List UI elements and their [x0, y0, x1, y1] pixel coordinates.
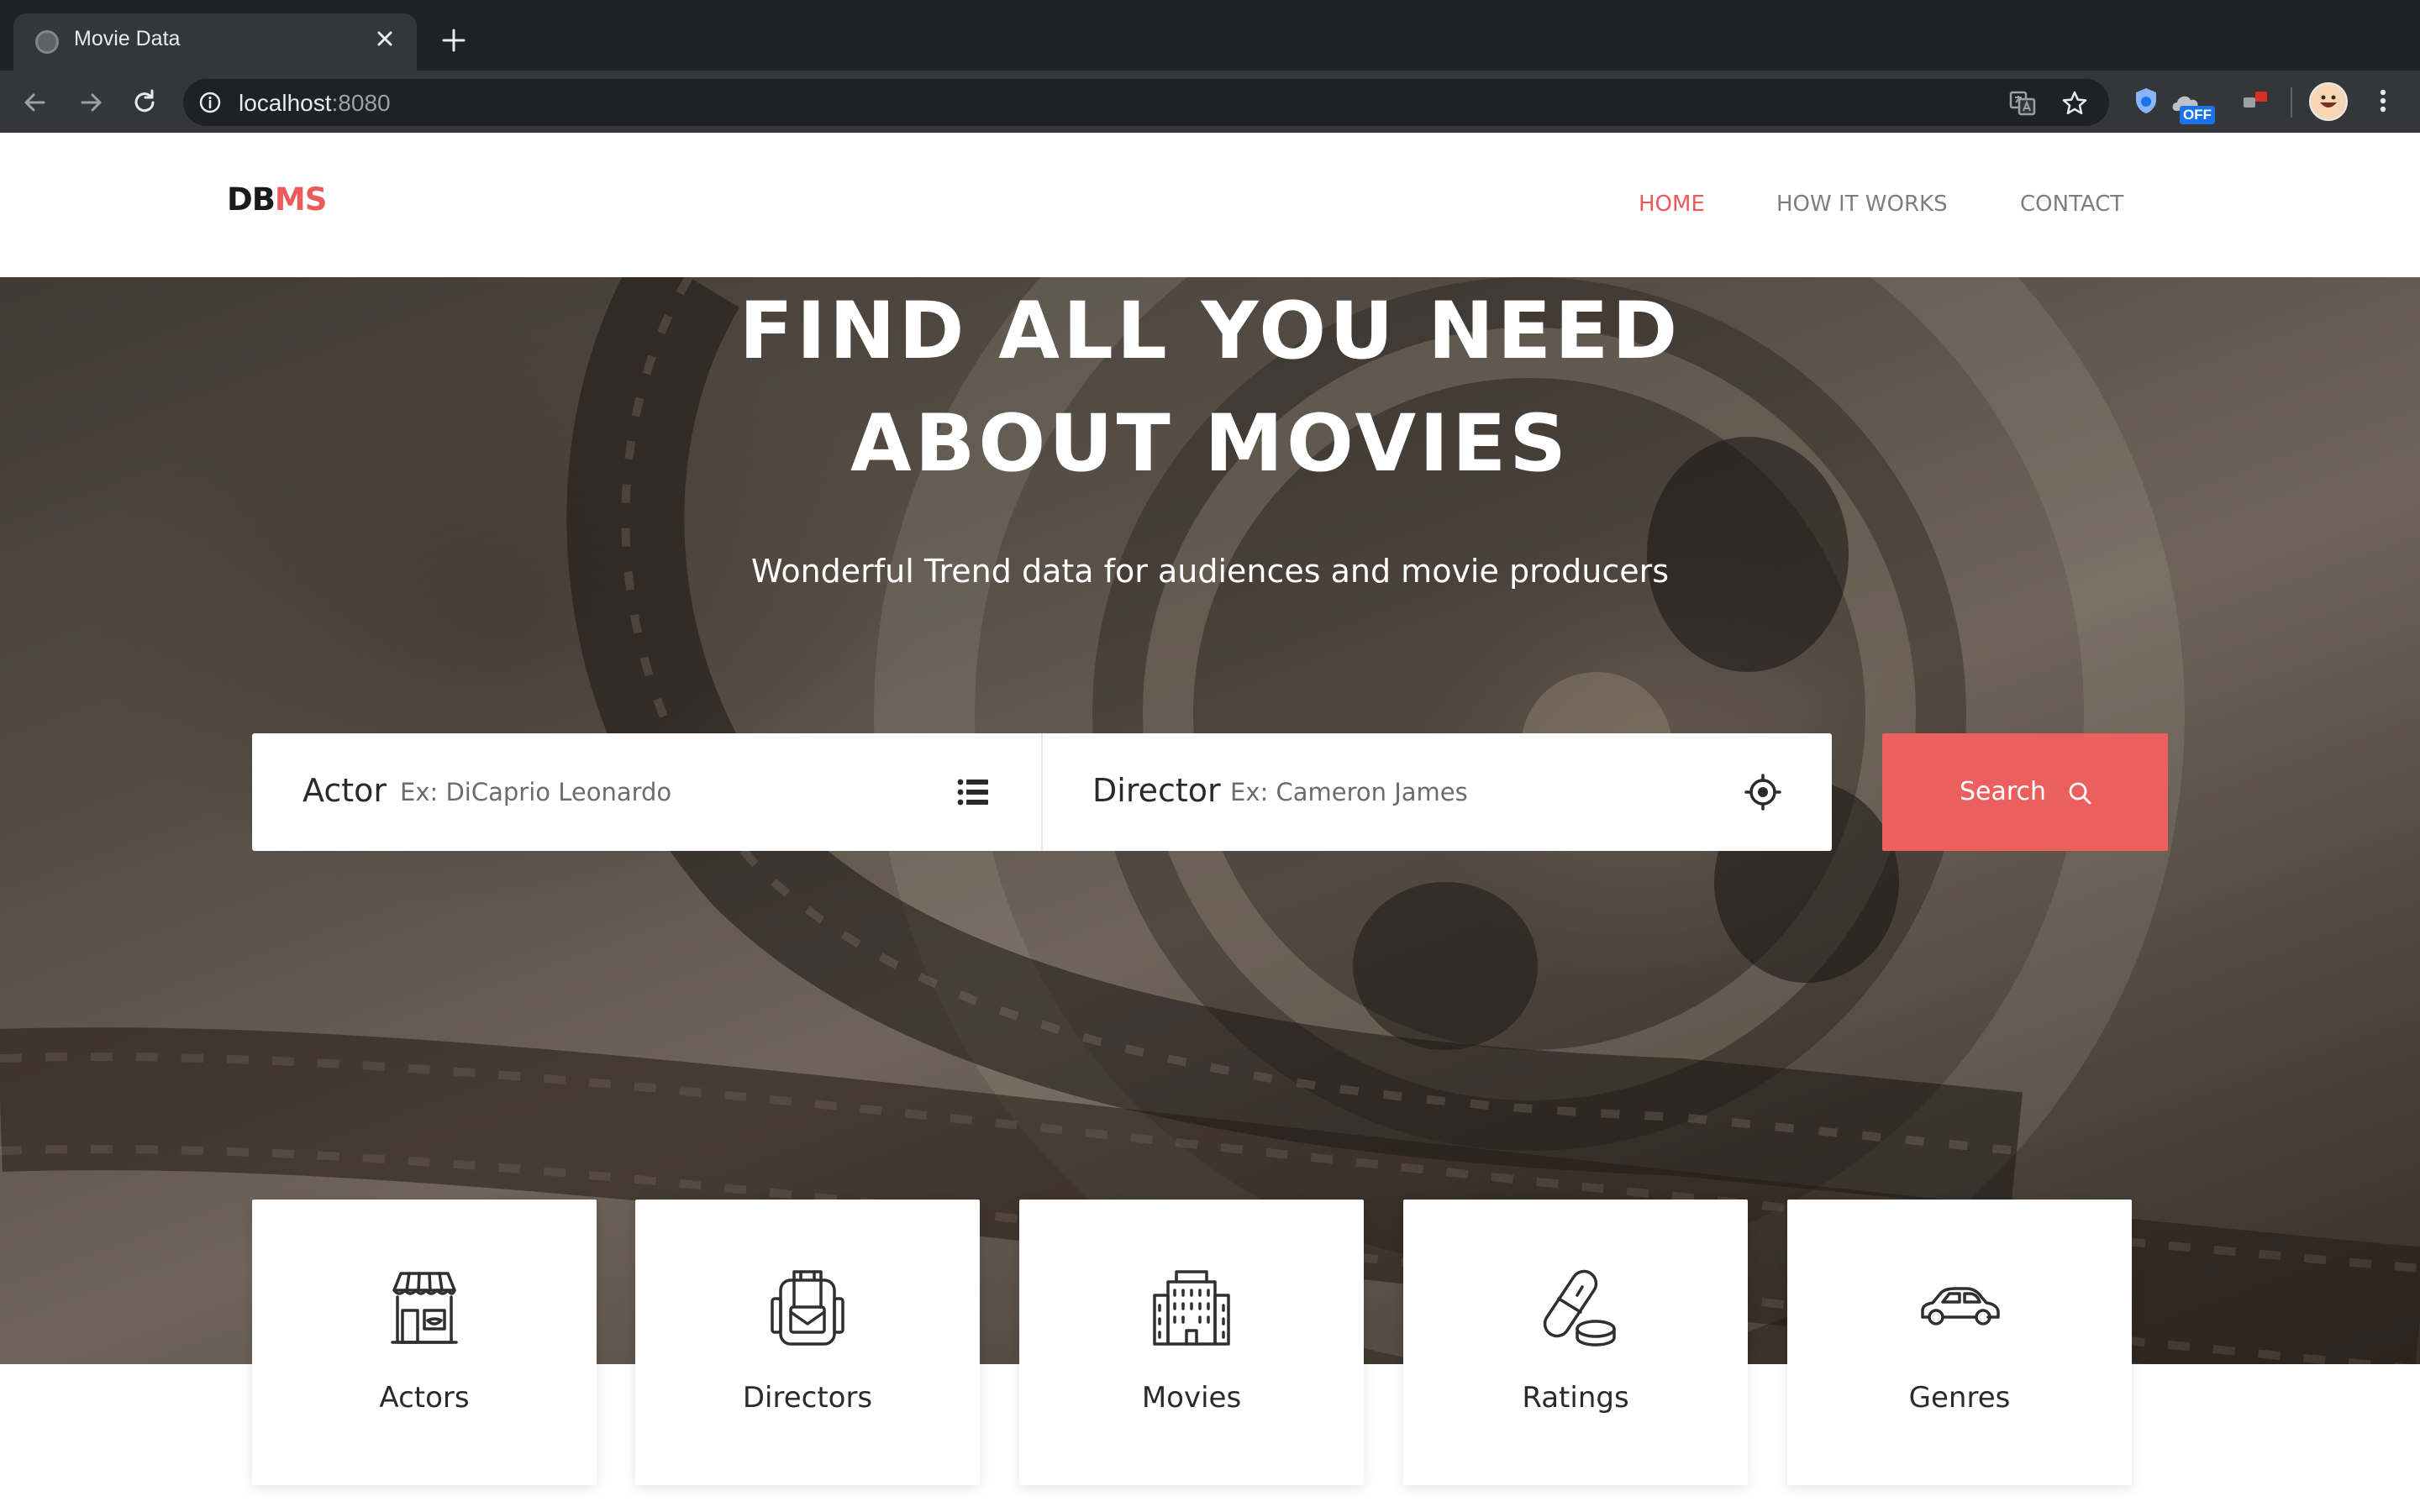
nav-contact[interactable]: CONTACT — [2020, 192, 2123, 217]
director-input[interactable] — [1230, 770, 1734, 814]
storefront-icon — [391, 1272, 458, 1344]
toolbar-divider — [2291, 87, 2292, 118]
category-label: Directors — [742, 1381, 873, 1415]
address-bar[interactable]: localhost:8080 — [183, 79, 2109, 126]
url-text: localhost:8080 — [239, 90, 391, 116]
building-icon — [1153, 1270, 1230, 1346]
hero-title-line-2: ABOUT MOVIES — [850, 398, 1570, 490]
tab-title: Movie Data — [74, 27, 181, 50]
info-icon[interactable] — [198, 91, 222, 114]
site-header: DBMS HOME HOW IT WORKS CONTACT — [0, 133, 2420, 277]
category-card-genres[interactable]: Genres — [1787, 1200, 2132, 1485]
menu-dots-icon[interactable] — [2368, 84, 2398, 118]
nav-home[interactable]: HOME — [1639, 192, 1705, 217]
category-card-actors[interactable]: Actors — [252, 1200, 597, 1485]
list-icon[interactable] — [955, 774, 992, 811]
search-form: Actor Director — [252, 733, 1832, 851]
category-label: Genres — [1908, 1381, 2011, 1415]
extension-shield-icon[interactable] — [2129, 84, 2163, 118]
site-logo[interactable]: DBMS — [227, 181, 327, 218]
hero-subtitle: Wonderful Trend data for audiences and m… — [750, 553, 1670, 590]
browser-tab[interactable]: Movie Data — [13, 13, 417, 71]
actor-label: Actor — [302, 772, 387, 809]
globe-icon — [35, 30, 59, 54]
category-label: Movies — [1141, 1381, 1242, 1415]
search-icon — [2069, 782, 2091, 805]
extension-icon[interactable] — [2238, 84, 2272, 118]
search-button-label: Search — [1960, 777, 2047, 806]
crosshair-icon[interactable] — [1744, 774, 1781, 811]
forward-icon[interactable] — [74, 86, 108, 119]
translate-icon[interactable] — [2008, 89, 2037, 118]
plus-icon[interactable] — [439, 25, 469, 55]
category-label: Actors — [379, 1381, 470, 1415]
category-card-movies[interactable]: Movies — [1019, 1200, 1364, 1485]
browser-tab-strip: Movie Data — [0, 0, 2420, 71]
star-icon[interactable] — [2060, 89, 2089, 118]
avatar[interactable] — [2309, 82, 2348, 121]
emoji-face-icon — [2320, 95, 2337, 108]
reload-icon[interactable] — [128, 86, 161, 119]
nav-how-it-works[interactable]: HOW IT WORKS — [1776, 192, 1948, 217]
director-label: Director — [1092, 772, 1221, 809]
category-card-directors[interactable]: Directors — [635, 1200, 980, 1485]
hero-title-line-1: FIND ALL YOU NEED — [739, 286, 1681, 377]
browser-toolbar: localhost:8080 — [0, 71, 2420, 133]
category-label: Ratings — [1522, 1381, 1629, 1415]
extension-off-badge: OFF — [2180, 106, 2215, 124]
car-icon — [1921, 1287, 2000, 1326]
actor-input[interactable] — [400, 770, 921, 814]
pill-icon — [1543, 1269, 1616, 1347]
back-icon[interactable] — [18, 86, 52, 119]
search-button[interactable]: Search — [1882, 733, 2168, 851]
backpack-icon — [771, 1270, 844, 1346]
category-card-ratings[interactable]: Ratings — [1403, 1200, 1748, 1485]
close-icon[interactable] — [370, 24, 400, 54]
search-field-divider — [1041, 733, 1043, 851]
